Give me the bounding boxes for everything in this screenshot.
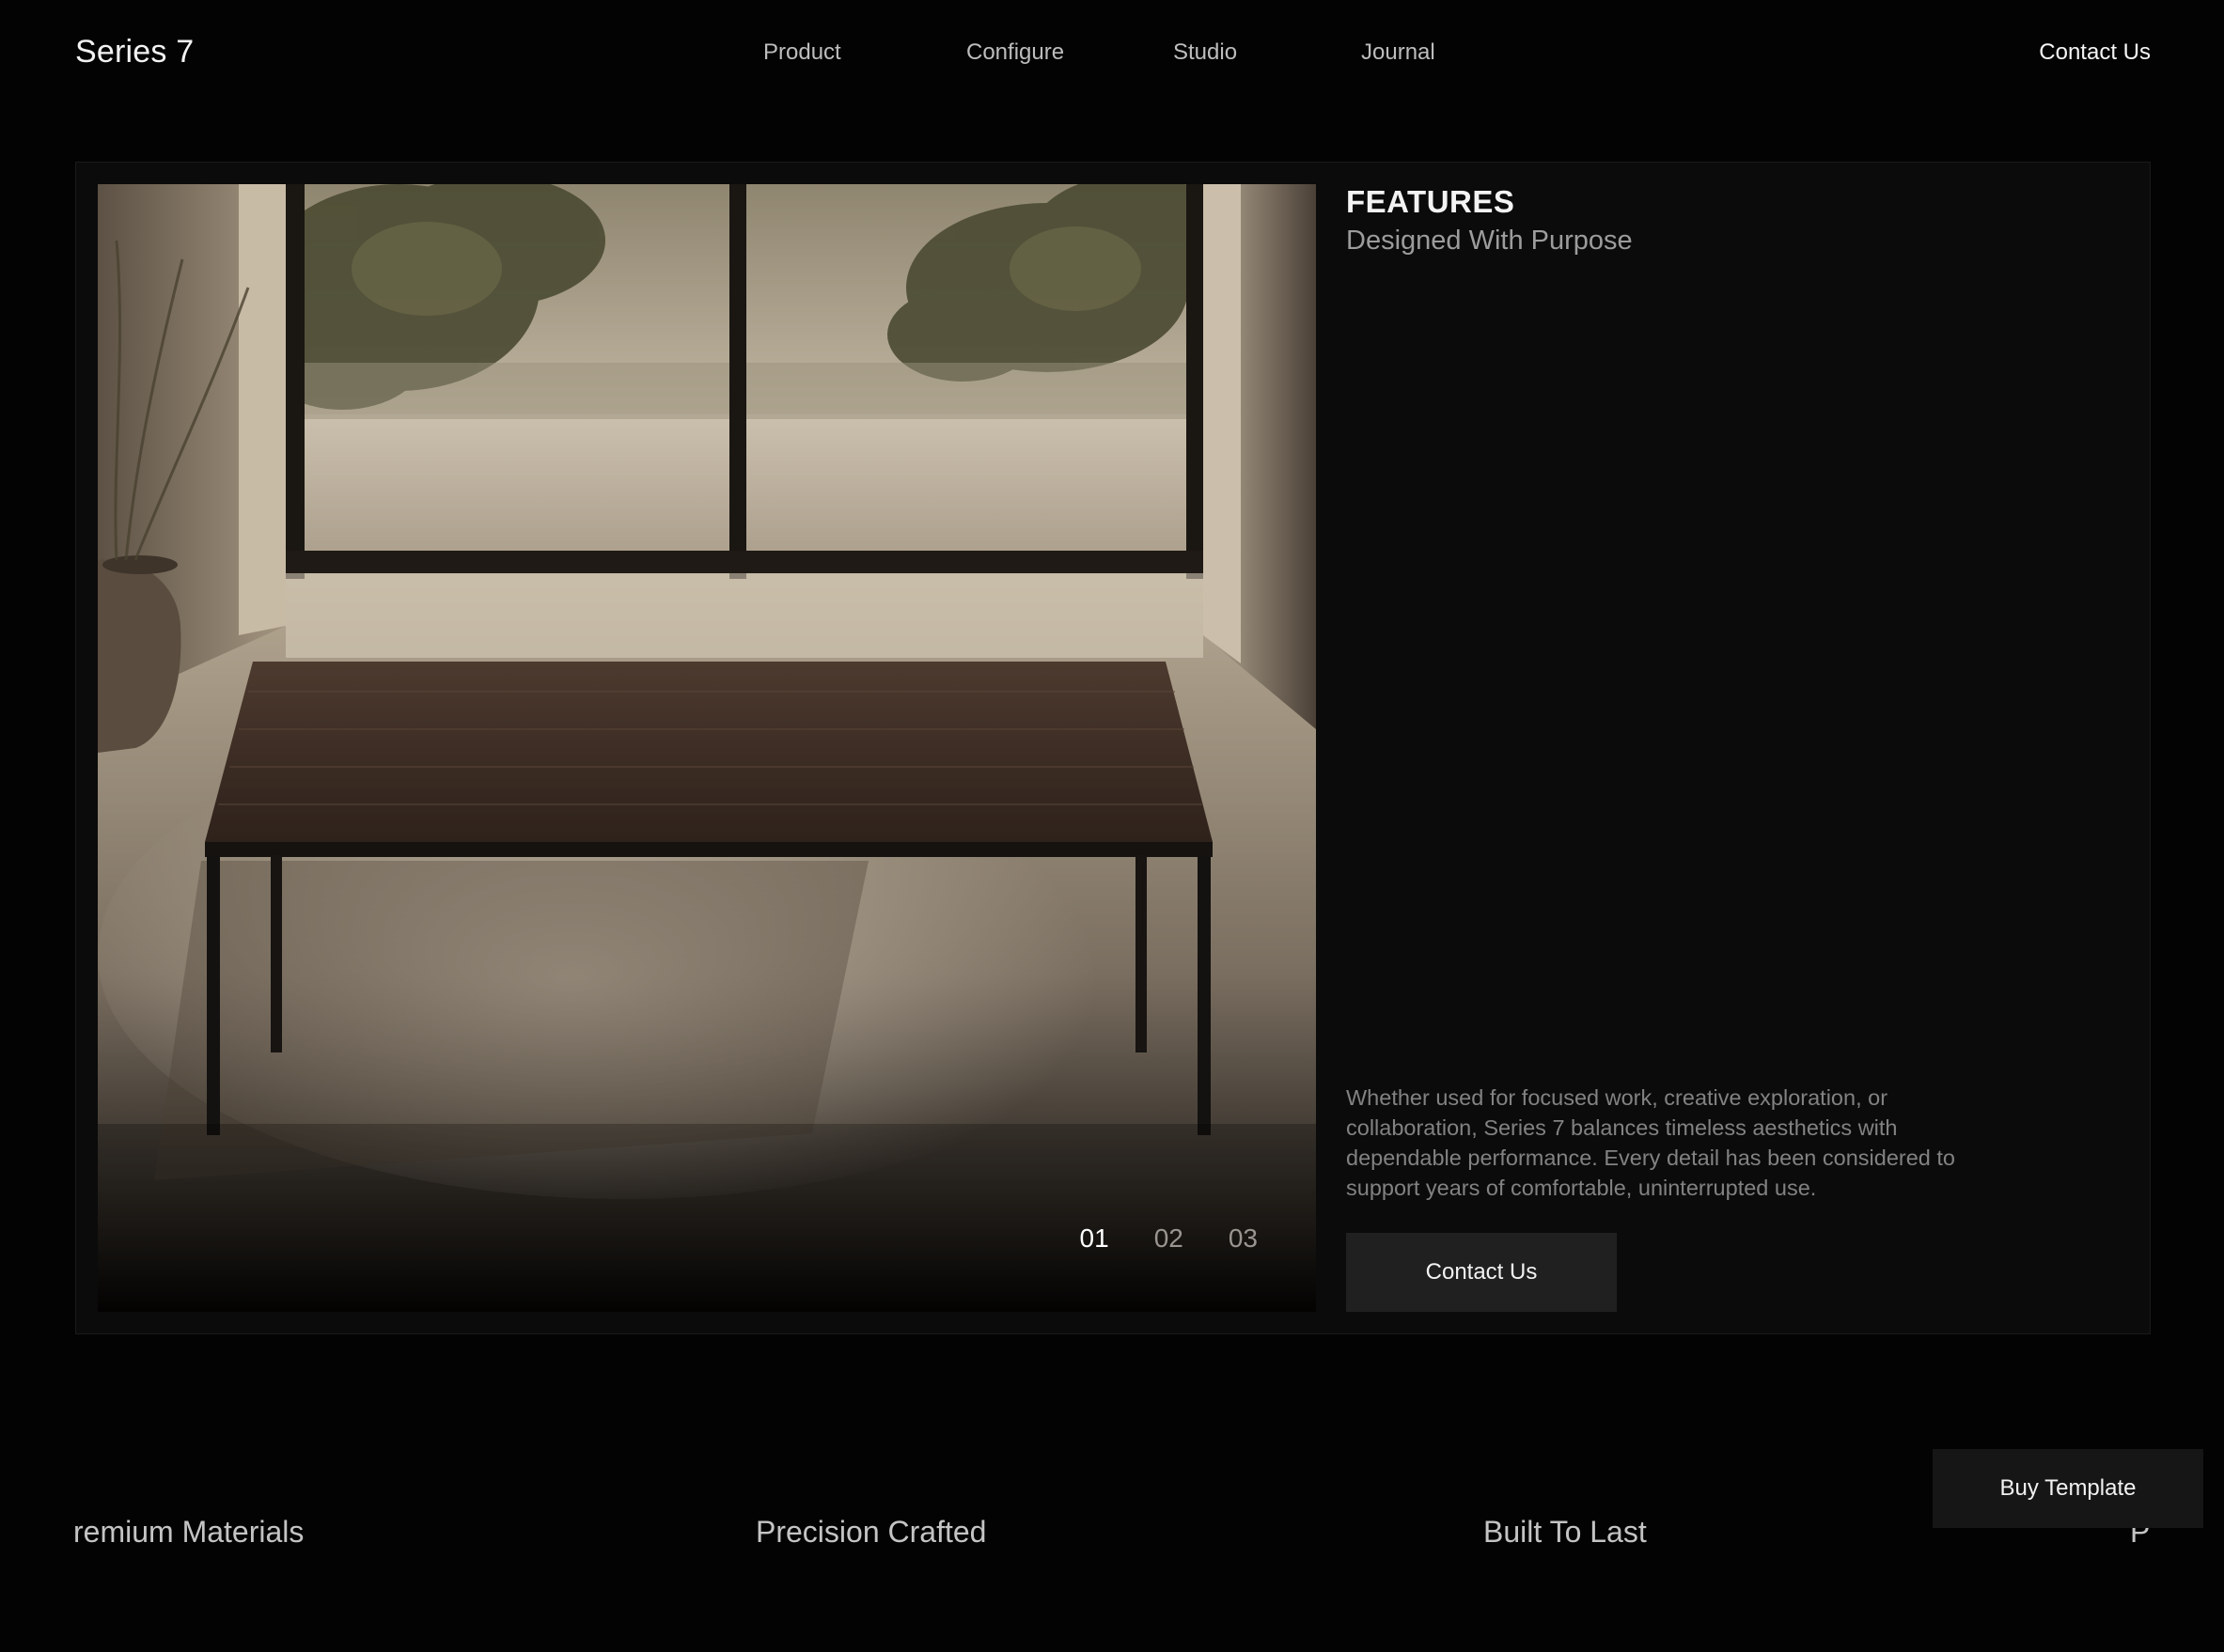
table-scene-image bbox=[98, 184, 1316, 1312]
feature-card: 01 02 03 FEATURES Designed With Purpose … bbox=[75, 162, 2151, 1334]
marquee-item: remium Materials bbox=[73, 1515, 305, 1549]
feature-title: FEATURES bbox=[1346, 184, 1515, 219]
nav-link-configure[interactable]: Configure bbox=[966, 39, 1173, 66]
feature-marquee: remium Materials Precision Crafted Built… bbox=[73, 1515, 2151, 1562]
top-nav: Series 7 Product Configure Studio Journa… bbox=[0, 0, 2224, 109]
slide-dot-03[interactable]: 03 bbox=[1229, 1223, 1258, 1254]
brand-logo[interactable]: Series 7 bbox=[75, 34, 194, 70]
buy-template-button[interactable]: Buy Template bbox=[1933, 1449, 2203, 1528]
marquee-item: Built To Last bbox=[1483, 1515, 1647, 1549]
nav-links: Product Configure Studio Journal bbox=[763, 39, 1435, 66]
feature-info: FEATURES Designed With Purpose Whether u… bbox=[1346, 184, 2126, 1312]
contact-us-button[interactable]: Contact Us bbox=[1346, 1233, 1617, 1312]
nav-link-journal[interactable]: Journal bbox=[1361, 39, 1435, 66]
nav-link-product[interactable]: Product bbox=[763, 39, 966, 66]
marquee-item: Precision Crafted bbox=[756, 1515, 987, 1549]
feature-subtitle: Designed With Purpose bbox=[1346, 226, 1633, 256]
slide-pagination: 01 02 03 bbox=[1080, 1223, 1258, 1254]
slide-dot-01[interactable]: 01 bbox=[1080, 1223, 1109, 1254]
feature-description: Whether used for focused work, creative … bbox=[1346, 1085, 1955, 1200]
nav-link-studio[interactable]: Studio bbox=[1173, 39, 1361, 66]
product-photo: 01 02 03 bbox=[98, 184, 1316, 1312]
page: Series 7 Product Configure Studio Journa… bbox=[0, 0, 2224, 1652]
nav-contact-link[interactable]: Contact Us bbox=[2039, 39, 2151, 66]
slide-dot-02[interactable]: 02 bbox=[1154, 1223, 1183, 1254]
